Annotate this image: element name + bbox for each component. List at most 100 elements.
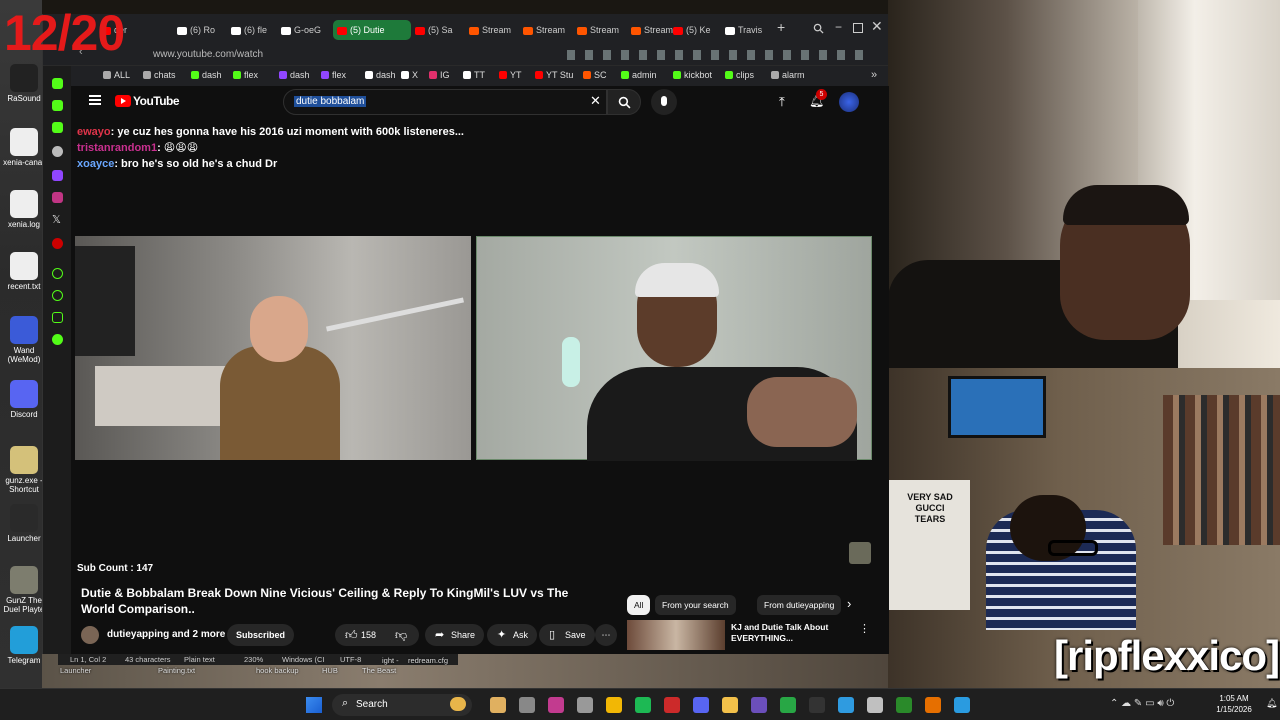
- taskbar-app-icon[interactable]: [780, 697, 796, 713]
- browser-tab[interactable]: (5) Sa: [415, 20, 467, 40]
- search-box[interactable]: dutie bobbalam ✕: [283, 89, 607, 115]
- sidebar-x-icon[interactable]: 𝕏: [52, 213, 61, 226]
- browser-tab[interactable]: (5) Dutie: [333, 20, 411, 40]
- bookmark-item[interactable]: dash: [191, 70, 222, 80]
- video-left-feed[interactable]: [75, 236, 471, 460]
- desktop-icon[interactable]: RaSound: [2, 64, 46, 103]
- start-icon[interactable]: [306, 697, 322, 713]
- taskbar-app-icon[interactable]: [664, 697, 680, 713]
- desktop-file-label[interactable]: redream.cfg: [408, 656, 448, 665]
- taskbar-app-icon[interactable]: [809, 697, 825, 713]
- bookmark-item[interactable]: ALL: [103, 70, 130, 80]
- taskbar-app-icon[interactable]: [867, 697, 883, 713]
- rec-thumbnail[interactable]: [627, 620, 725, 650]
- filter-chip[interactable]: All: [627, 595, 651, 615]
- chips-next-icon[interactable]: ›: [847, 596, 851, 611]
- sidebar-clock-icon[interactable]: [52, 290, 63, 301]
- taskbar-app-icon[interactable]: [519, 697, 535, 713]
- upload-icon[interactable]: ⤒: [779, 94, 785, 110]
- taskbar-app-icon[interactable]: [751, 697, 767, 713]
- bookmark-item[interactable]: X: [401, 70, 418, 80]
- bookmark-item[interactable]: flex: [233, 70, 258, 80]
- subscribed-button[interactable]: Subscribed: [227, 624, 295, 646]
- filter-chip[interactable]: From your search: [655, 595, 736, 615]
- browser-tab[interactable]: (6) fle: [231, 20, 283, 40]
- desktop-file-label[interactable]: Painting.txt: [158, 666, 195, 675]
- rec-more-icon[interactable]: ⋮: [859, 622, 870, 635]
- taskbar-app-icon[interactable]: [577, 697, 593, 713]
- channel-name[interactable]: dutieyapping and 2 more: [107, 629, 225, 640]
- desktop-icon[interactable]: xenia-canar: [2, 128, 46, 167]
- close-window-icon[interactable]: ✕: [871, 18, 883, 35]
- sidebar-kick3-icon[interactable]: [52, 122, 63, 133]
- browser-tab[interactable]: (5) Ke: [673, 20, 725, 40]
- youtube-logo-icon[interactable]: [115, 95, 131, 107]
- avatar[interactable]: [839, 92, 859, 112]
- sidebar-twitch-icon[interactable]: [52, 170, 63, 181]
- bookmark-item[interactable]: admin: [621, 70, 657, 80]
- taskbar-app-icon[interactable]: [722, 697, 738, 713]
- desktop-file-label[interactable]: Launcher: [60, 666, 91, 675]
- taskbar-app-icon[interactable]: [954, 697, 970, 713]
- browser-tab[interactable]: (6) Ro: [177, 20, 229, 40]
- save-button[interactable]: ▯ Save: [539, 624, 595, 646]
- rec-title[interactable]: KJ and Dutie Talk About EVERYTHING...: [731, 622, 841, 644]
- sidebar-kick2-icon[interactable]: [52, 100, 63, 111]
- desktop-icon[interactable]: GunZ The Duel Playte: [2, 566, 46, 614]
- bookmark-item[interactable]: kickbot: [673, 70, 712, 80]
- clear-search-icon[interactable]: ✕: [590, 93, 601, 109]
- taskbar-app-icon[interactable]: [606, 697, 622, 713]
- taskbar-app-icon[interactable]: [925, 697, 941, 713]
- url-field[interactable]: www.youtube.com/watch: [153, 49, 263, 60]
- desktop-file-label[interactable]: ight -: [382, 656, 399, 665]
- bookmark-item[interactable]: YT Stu: [535, 70, 573, 80]
- browser-tab[interactable]: Travis: [725, 20, 777, 40]
- desktop-icon[interactable]: gunz.exe - Shortcut: [2, 446, 46, 494]
- desktop-icon[interactable]: xenia.log: [2, 190, 46, 229]
- browser-tab[interactable]: G-oeG: [281, 20, 333, 40]
- sidebar-chatgpt-icon[interactable]: [52, 146, 63, 157]
- maximize-icon[interactable]: [853, 23, 863, 33]
- youtube-logo-text[interactable]: YouTube: [133, 94, 180, 108]
- voice-search-button[interactable]: [651, 89, 677, 115]
- browser-tab[interactable]: Stream: [469, 20, 521, 40]
- taskbar-app-icon[interactable]: [838, 697, 854, 713]
- desktop-icon[interactable]: Launcher: [2, 504, 46, 543]
- search-input[interactable]: dutie bobbalam: [294, 96, 367, 107]
- bookmark-item[interactable]: dash: [365, 70, 396, 80]
- new-tab-icon[interactable]: +: [777, 19, 785, 35]
- taskbar-app-icon[interactable]: [490, 697, 506, 713]
- bookmark-item[interactable]: TT: [463, 70, 485, 80]
- clock[interactable]: 1:05 AM 1/15/2026: [1206, 693, 1262, 715]
- desktop-icon[interactable]: recent.txt: [2, 252, 46, 291]
- search-button[interactable]: [607, 89, 641, 115]
- channel-watermark[interactable]: [849, 542, 871, 564]
- sidebar-kick-icon[interactable]: [52, 78, 63, 89]
- taskbar-app-icon[interactable]: [693, 697, 709, 713]
- bookmarks-overflow-icon[interactable]: »: [871, 69, 877, 81]
- taskbar-app-icon[interactable]: [896, 697, 912, 713]
- sidebar-settings-icon[interactable]: [52, 334, 63, 345]
- menu-icon[interactable]: [89, 95, 101, 105]
- desktop-icon[interactable]: Telegram: [2, 626, 46, 665]
- bookmark-item[interactable]: YT: [499, 70, 522, 80]
- thumbs-down-icon[interactable]: 👎︎: [395, 624, 407, 646]
- bookmark-item[interactable]: flex: [321, 70, 346, 80]
- search-tabs-icon[interactable]: [813, 23, 824, 34]
- desktop-file-label[interactable]: The Beast: [362, 666, 396, 675]
- sidebar-instagram-icon[interactable]: [52, 192, 63, 203]
- bookmark-item[interactable]: chats: [143, 70, 176, 80]
- taskbar-app-icon[interactable]: [548, 697, 564, 713]
- minimize-icon[interactable]: −: [835, 20, 842, 34]
- sidebar-youtube-icon[interactable]: [52, 238, 63, 249]
- bookmark-item[interactable]: IG: [429, 70, 450, 80]
- desktop-icon[interactable]: Wand (WeMod): [2, 316, 46, 364]
- sidebar-play-icon[interactable]: [52, 268, 63, 279]
- tray-icons[interactable]: ⌃ ☁ ✎ ▭ 🔊︎ ⏻: [1110, 698, 1174, 709]
- browser-tab[interactable]: Stream: [523, 20, 575, 40]
- sidebar-history-icon[interactable]: [52, 312, 63, 323]
- bookmark-item[interactable]: alarm: [771, 70, 805, 80]
- desktop-icon[interactable]: Discord: [2, 380, 46, 419]
- more-actions-button[interactable]: ⋯: [595, 624, 617, 646]
- bookmark-item[interactable]: SC: [583, 70, 607, 80]
